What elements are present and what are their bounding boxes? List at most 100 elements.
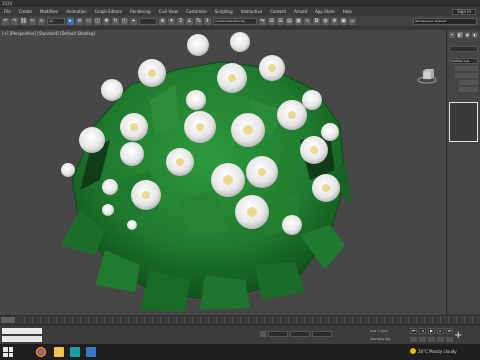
rectangular-selection-icon[interactable]: ▭ [85,17,92,25]
named-selection-sets-dropdown[interactable]: Create Selection Se [213,17,257,25]
selection-lock-icon[interactable] [260,331,266,337]
redo-icon[interactable]: ↷ [11,17,18,25]
add-time-tag-button[interactable]: Add Time Tag [370,337,390,341]
add-icon[interactable]: + [454,330,462,341]
flower-center [130,123,138,131]
spinner-snap-icon[interactable]: ⇕ [204,17,211,25]
zoom-icon[interactable] [410,337,417,342]
play-icon[interactable]: ▶ [428,328,435,334]
menu-animation[interactable]: Animation [62,9,90,14]
modifier-button[interactable] [459,80,478,85]
menu-file[interactable]: File [0,9,15,14]
playback-controls: ⏮ ◂ ▶ ▸ ⏭ [410,328,453,334]
percent-snap-icon[interactable]: % [195,17,202,25]
modifier-button[interactable] [455,73,478,78]
unlink-icon[interactable]: ✂ [29,17,36,25]
render-frame-icon[interactable]: ▣ [340,17,347,25]
select-object-icon[interactable]: ▸ [67,17,74,25]
select-manipulate-icon[interactable]: ✦ [168,17,175,25]
menu-rendering[interactable]: Rendering [126,9,154,14]
hierarchy-tab-icon[interactable]: ◉ [464,32,471,38]
render-production-icon[interactable]: ☕ [349,17,356,25]
windows-taskbar: 26°C Mostly cloudy [0,344,480,360]
plant-model[interactable] [0,30,446,315]
flower [61,163,75,177]
render-setup-icon[interactable]: ⚙ [331,17,338,25]
file-explorer-icon[interactable] [54,347,64,357]
rotate-icon[interactable]: ↻ [112,17,119,25]
flower [186,90,206,110]
go-to-start-icon[interactable]: ⏮ [410,328,417,334]
3ds-max-icon[interactable] [70,347,80,357]
menu-customize[interactable]: Customize [182,9,211,14]
select-by-name-icon[interactable]: ≡ [76,17,83,25]
scene-explorer-icon[interactable]: ☰ [277,17,284,25]
perspective-viewport[interactable]: [+] [Perspective] [Standard] [Default Sh… [0,30,446,315]
link-icon[interactable]: ⛓ [20,17,27,25]
weather-readout[interactable]: 26°C Mostly cloudy [418,349,457,354]
menu-civil-view[interactable]: Civil View [155,9,182,14]
flower-center [322,184,330,192]
y-coordinate-field[interactable] [290,331,310,337]
window-crossing-icon[interactable]: ◫ [94,17,101,25]
modifier-stack[interactable] [449,102,478,142]
motion-tab-icon[interactable]: ◐ [472,32,478,38]
angle-snap-icon[interactable]: ∠ [186,17,193,25]
next-frame-icon[interactable]: ▸ [437,328,444,334]
previous-frame-icon[interactable]: ◂ [419,328,426,334]
x-coordinate-field[interactable] [268,331,288,337]
zoom-all-icon[interactable] [419,337,426,342]
menu-arnold[interactable]: Arnold [290,9,311,14]
z-coordinate-field[interactable] [312,331,332,337]
layer-explorer-icon[interactable]: ▤ [286,17,293,25]
modifier-list-dropdown[interactable]: Modifier List [449,58,478,64]
pan-icon[interactable] [437,337,444,342]
mirror-icon[interactable]: ⇋ [259,17,266,25]
modifier-button[interactable] [459,87,478,92]
menu-modifiers[interactable]: Modifiers [36,9,62,14]
scale-icon[interactable]: ◰ [121,17,128,25]
undo-icon[interactable]: ↶ [2,17,9,25]
windows-start-icon[interactable] [3,347,13,357]
go-to-end-icon[interactable]: ⏭ [446,328,453,334]
menu-interactive[interactable]: Interactive [237,9,267,14]
time-slider[interactable] [0,315,480,324]
menu-scripting[interactable]: Scripting [211,9,237,14]
menu-help[interactable]: Help [339,9,356,14]
flower-center [288,111,296,119]
flower [127,220,137,230]
placement-icon[interactable]: ⌖ [130,17,137,25]
chrome-icon[interactable] [36,347,46,357]
material-editor-icon[interactable]: ◍ [322,17,329,25]
field-of-view-icon[interactable] [446,337,453,342]
create-tab-icon[interactable]: + [449,32,455,38]
flower-center [247,207,257,217]
command-panel: + ◧ ◉ ◐ Modifier List [446,30,480,315]
orbit-icon[interactable] [428,337,435,342]
pivot-icon[interactable]: ⊕ [159,17,166,25]
move-icon[interactable]: ✥ [103,17,110,25]
maxscript-listener-input[interactable] [2,328,42,334]
menu-app-store[interactable]: App Store [311,9,339,14]
app-icon[interactable] [86,347,96,357]
menu-content[interactable]: Content [266,9,290,14]
align-icon[interactable]: ⊟ [268,17,275,25]
schematic-view-icon[interactable]: ⧉ [313,17,320,25]
snap-toggle-icon[interactable]: 3 [177,17,184,25]
graphite-toolbar-icon[interactable]: ▦ [295,17,302,25]
modifier-button[interactable] [455,66,478,71]
app-window: 2020 File Create Modifiers Animation Gra… [0,0,480,360]
reference-coordinate-dropdown[interactable] [139,17,157,25]
menu-create[interactable]: Create [15,9,36,14]
modify-tab-icon[interactable]: ◧ [456,32,463,38]
curve-editor-icon[interactable]: ∿ [304,17,311,25]
menu-bar: File Create Modifiers Animation Graph Ed… [0,7,480,16]
workspaces-dropdown[interactable]: Workspaces: Default [413,17,477,25]
time-slider-track[interactable] [17,317,480,323]
time-slider-thumb[interactable] [1,317,15,323]
object-name-field[interactable] [449,46,478,52]
bind-space-warp-icon[interactable]: ≈ [38,17,45,25]
sign-in-button[interactable]: Sign In [452,8,476,15]
menu-graph-editors[interactable]: Graph Editors [91,9,126,14]
selection-filter-dropdown[interactable]: All [47,17,65,25]
